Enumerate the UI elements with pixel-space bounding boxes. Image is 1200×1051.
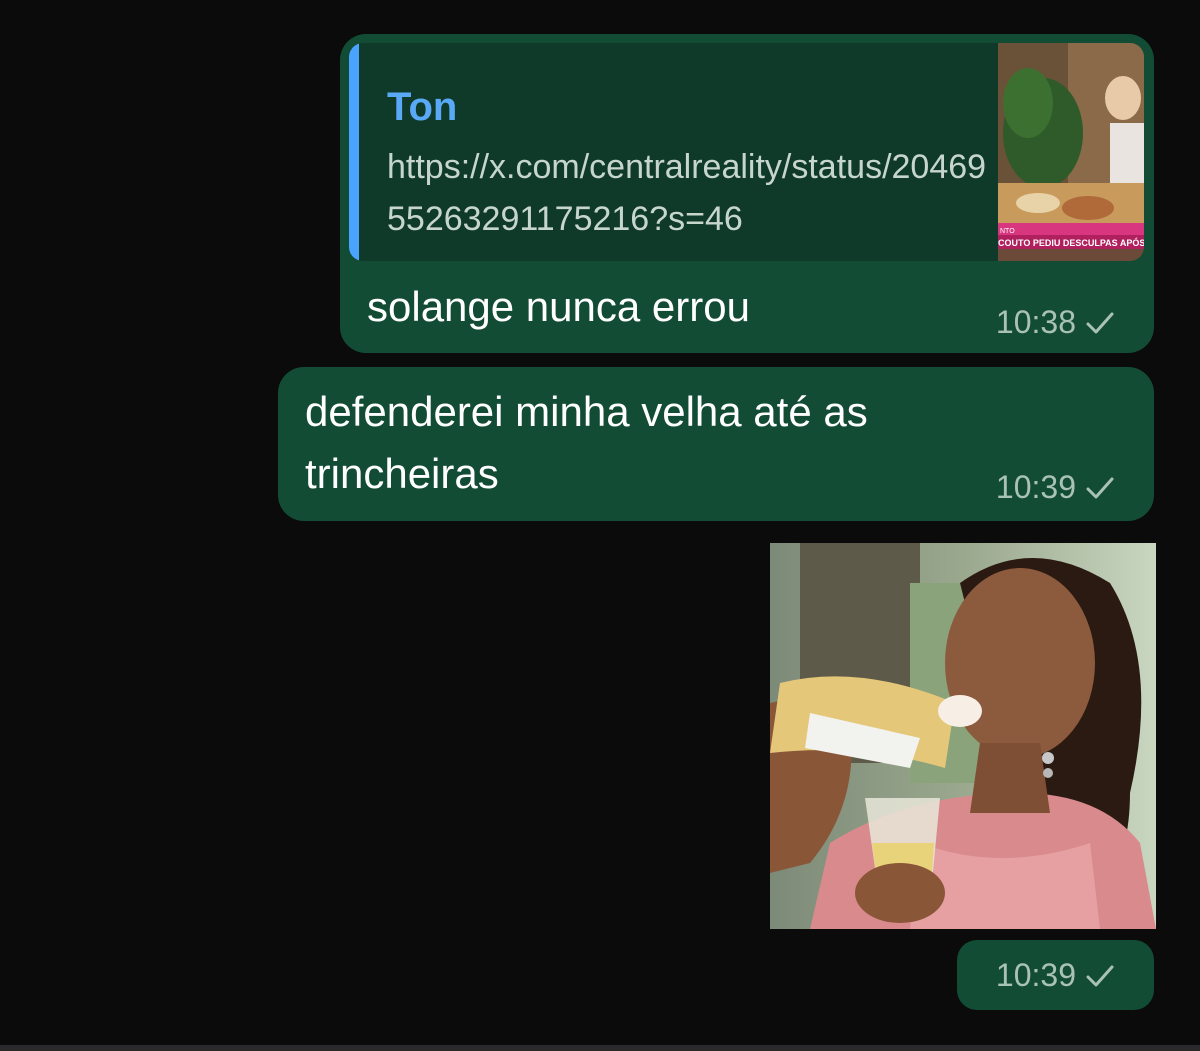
message-text: defenderei minha velha até as trincheira… <box>305 388 868 497</box>
message-time: 10:39 <box>995 957 1076 993</box>
image-message[interactable] <box>770 543 1156 929</box>
message-time: 10:38 <box>995 304 1076 340</box>
quote-link-text: https://x.com/centralreality/status/2046… <box>387 148 987 238</box>
image-message-meta-bubble: 10:39 <box>957 940 1154 1010</box>
message-meta: 10:39 <box>996 469 1116 506</box>
bottom-divider <box>0 1045 1200 1051</box>
quote-accent-bar <box>349 43 359 261</box>
message-meta: 10:39 <box>996 957 1116 994</box>
quoted-message[interactable]: Ton https://x.com/centralreality/status/… <box>349 43 1144 261</box>
message-time: 10:39 <box>995 469 1076 505</box>
thumbnail-small-text: NTO <box>1000 228 1015 235</box>
thumbnail-caption: COUTO PEDIU DESCULPAS APÓS FA <box>998 237 1144 248</box>
check-icon <box>1086 965 1114 986</box>
quote-author: Ton <box>387 85 458 129</box>
outgoing-message-bubble[interactable]: Ton https://x.com/centralreality/status/… <box>340 34 1154 353</box>
check-icon <box>1086 477 1114 498</box>
outgoing-message-bubble[interactable]: defenderei minha velha até as trincheira… <box>278 367 1154 521</box>
message-text: solange nunca errou <box>367 283 750 330</box>
check-icon <box>1086 312 1114 333</box>
message-meta: 10:38 <box>996 304 1116 341</box>
quote-thumbnail[interactable]: NTO COUTO PEDIU DESCULPAS APÓS FA <box>998 43 1144 261</box>
